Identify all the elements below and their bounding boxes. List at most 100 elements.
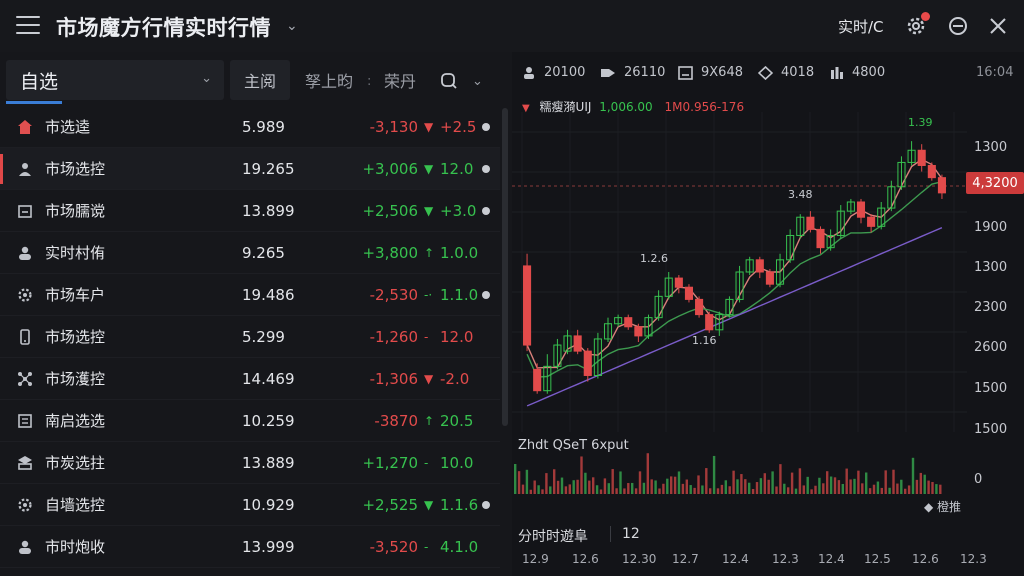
stack-icon [18, 456, 32, 470]
volume-bar [709, 488, 712, 494]
stock-name: 市场选控 [45, 160, 106, 178]
list-icon [18, 414, 32, 428]
list-item[interactable]: 市场车户 19.486 -2,530 -· 1.1.0 [0, 274, 500, 316]
volume-bar [705, 468, 708, 494]
list-item[interactable]: 市场选控 19.265 +3,006 ▼ 12.0 [0, 148, 500, 190]
list-scrollbar[interactable] [502, 108, 508, 426]
candlestick-chart[interactable]: 1.39 3.48 1.2.6 1.16 [512, 112, 967, 432]
volume-bar [521, 484, 525, 494]
tab-fall[interactable]: 荣丹 [376, 60, 424, 100]
volume-bar [689, 485, 692, 494]
volume-bar [724, 480, 727, 494]
volume-bar [553, 469, 556, 494]
list-item[interactable]: 自墙选控 10.929 +2,525 ▼ 1.1.6 [0, 484, 500, 526]
volume-bar [537, 485, 540, 494]
volume-bar [806, 476, 809, 494]
volume-bar [748, 482, 751, 494]
candle-body [765, 271, 774, 285]
volume-bar [564, 486, 568, 494]
volume-bar [576, 479, 579, 494]
volume-bar [514, 464, 517, 494]
list-item[interactable]: 市场选控 5.299 -1,260-12.0 [0, 316, 500, 358]
stock-price: 5.989 [242, 117, 285, 136]
list-item[interactable]: 南启选选 10.259 -3870 ↑ 20.5 [0, 400, 500, 442]
candle-body [695, 298, 704, 316]
volume-bar [642, 482, 646, 494]
zoom-control[interactable]: ◆ 橙推 [924, 498, 961, 515]
active-tab-indicator [6, 101, 62, 104]
volume-bar [572, 480, 575, 494]
volume-bar [716, 488, 720, 494]
search-icon[interactable] [440, 72, 458, 90]
volume-bar [681, 483, 685, 494]
volume-bar [627, 483, 630, 494]
y-tick-label: 2600 [974, 340, 1008, 355]
notification-dot [921, 12, 930, 21]
trend-arrow-icon: - [424, 539, 429, 554]
list-item[interactable]: 市场臑谠 13.899 +2,506 ▼ +3.0 [0, 190, 500, 232]
trend-arrow-icon: - [424, 455, 429, 470]
y-tick-label: 2300 [974, 300, 1008, 315]
watchlist-dropdown[interactable]: 自选 ⌄ [6, 60, 224, 104]
status-dot [482, 164, 490, 173]
trend-arrow-icon: ↑ [424, 245, 435, 260]
volume-bar [732, 470, 735, 494]
x-tick-label: 12.3 [960, 552, 987, 566]
stock-name: 实时村侑 [45, 244, 106, 262]
chart-box-icon [678, 65, 693, 80]
tab-main[interactable]: 主阅 [230, 60, 290, 100]
status-dot [482, 290, 490, 299]
volume-bar [833, 477, 837, 494]
volume-bar [794, 488, 798, 494]
candle-body [573, 335, 582, 352]
volume-bar [728, 486, 731, 494]
volume-bar [915, 479, 919, 494]
x-tick-label: 12.3 [772, 552, 799, 566]
volume-bar [876, 481, 880, 494]
list-item[interactable]: 市场濩控 14.469 -1,306 ▼ -2.0 [0, 358, 500, 400]
stock-change: +3,800 [362, 243, 418, 262]
volume-bar [861, 483, 864, 494]
realtime-toggle[interactable]: 实时/C [838, 16, 884, 37]
volume-bar [740, 474, 743, 494]
candle-body [816, 228, 825, 249]
stock-percent: 1.1.6 [440, 495, 479, 514]
volume-bar [763, 473, 766, 494]
stock-change: +3,006 [362, 159, 418, 178]
x-tick-label: 12.6 [572, 552, 599, 566]
close-icon[interactable] [988, 16, 1008, 36]
list-item[interactable]: 市炭选拄 13.889 +1,270-10.0 [0, 442, 500, 484]
refresh-icon[interactable] [947, 15, 969, 37]
mode-label[interactable]: 分时时遊阜 [518, 526, 588, 546]
settings-button[interactable] [904, 12, 930, 38]
volume-bar [697, 475, 700, 494]
list-item[interactable]: 市时炮收 13.999 -3,520-4.1.0 [0, 526, 500, 568]
volume-bar [638, 471, 642, 494]
volume-bar [868, 488, 872, 494]
x-tick-label: 12.4 [722, 552, 749, 566]
volume-bar [826, 471, 829, 494]
tab-rank[interactable]: 孥上昀 [298, 60, 360, 100]
list-item[interactable]: 实时村侑 9.265 +3,800 ↑ 1.0.0 [0, 232, 500, 274]
y-tick-label: 1300 [974, 140, 1008, 155]
volume-bar [935, 484, 938, 494]
chevron-down-icon[interactable]: ⌄ [286, 18, 298, 34]
chevron-down-icon[interactable]: ⌄ [472, 74, 483, 89]
volume-bar [650, 479, 653, 494]
chart-panel: 20100 26110 9X648 4018 4800 16:04 ▼ 糯瘦漪U… [512, 52, 1024, 576]
volume-bar [779, 464, 782, 494]
x-tick-label: 12.7 [672, 552, 699, 566]
menu-icon[interactable] [16, 16, 40, 36]
person-icon [19, 163, 31, 176]
candle-body [684, 286, 694, 300]
volume-bar [666, 478, 669, 494]
stock-price: 10.929 [242, 495, 295, 514]
stock-percent: 10.0 [440, 453, 474, 472]
volume-bar [693, 487, 696, 494]
trend-arrow-icon: -· [424, 287, 433, 302]
stats-bar: 20100 26110 9X648 4018 4800 16:04 [512, 58, 1024, 88]
list-item[interactable]: 市选逵 5.989 -3,130 ▼ +2.5 [0, 106, 500, 148]
volume-bar [857, 470, 860, 494]
candle-body [624, 317, 633, 328]
divider [610, 526, 611, 542]
